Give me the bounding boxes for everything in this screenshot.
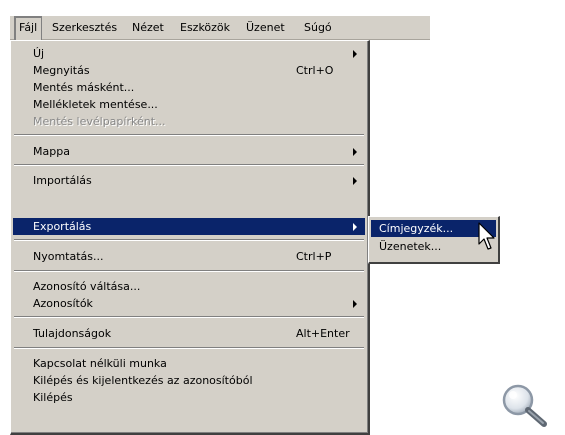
menu-item-exit[interactable]: Kilépés: [13, 389, 365, 406]
menu-item-new[interactable]: Új: [13, 45, 365, 62]
menu-item-save-attachments[interactable]: Mellékletek mentése...: [13, 96, 365, 113]
menu-item-switch-identity[interactable]: Azonosító váltása...: [13, 278, 365, 295]
menu-item-label: Azonosítók: [33, 297, 93, 310]
menu-item-label: Nyomtatás...: [33, 250, 104, 263]
menu-separator: [14, 164, 364, 166]
menu-item-shortcut: Ctrl+P: [296, 250, 332, 263]
arrow-cursor-icon: [478, 222, 495, 250]
menu-bar: Fájl Szerkesztés Nézet Eszközök Üzenet S…: [10, 16, 430, 40]
submenu-arrow-icon: [353, 300, 357, 308]
submenu-arrow-icon: [353, 50, 357, 58]
menu-separator: [14, 347, 364, 349]
menu-item-label: Megnyitás: [33, 64, 90, 77]
submenu-arrow-icon: [353, 177, 357, 185]
menu-item-label: Importálás: [33, 174, 92, 187]
menu-item-label: Azonosító váltása...: [33, 280, 141, 293]
menu-item-label: Üzenetek...: [379, 240, 442, 253]
menu-separator: [14, 239, 364, 241]
menu-item-label: Mentés másként...: [33, 81, 135, 94]
menu-item-open[interactable]: Megnyitás Ctrl+O: [13, 62, 365, 79]
menubar-message[interactable]: Üzenet: [242, 16, 289, 39]
menu-item-shortcut: Ctrl+O: [296, 64, 334, 77]
menu-item-identities[interactable]: Azonosítók: [13, 295, 365, 312]
menu-item-label: Kilépés: [33, 391, 73, 404]
menu-item-shortcut: Alt+Enter: [296, 327, 350, 340]
menu-item-label: Kapcsolat nélküli munka: [33, 357, 167, 370]
menu-separator: [14, 134, 364, 136]
menu-item-work-offline[interactable]: Kapcsolat nélküli munka: [13, 355, 365, 372]
menu-item-import[interactable]: Importálás: [13, 172, 365, 189]
menu-separator: [14, 270, 364, 272]
menu-item-label: Tulajdonságok: [33, 327, 112, 340]
menu-item-properties[interactable]: Tulajdonságok Alt+Enter: [13, 325, 365, 342]
menu-separator: [14, 316, 364, 318]
menu-item-label: Mappa: [33, 145, 70, 158]
menu-item-label: Mellékletek mentése...: [33, 98, 158, 111]
menubar-tools[interactable]: Eszközök: [176, 16, 234, 39]
menu-item-label: Új: [33, 47, 45, 60]
submenu-arrow-icon: [353, 148, 357, 156]
menu-item-save-as-stationery: Mentés levélpapírként...: [13, 113, 365, 130]
menu-item-save-as[interactable]: Mentés másként...: [13, 79, 365, 96]
menu-item-folder[interactable]: Mappa: [13, 143, 365, 160]
menu-item-export[interactable]: Exportálás: [13, 218, 365, 235]
menu-item-label: Kilépés és kijelentkezés az azonosítóból: [33, 374, 253, 387]
menu-item-label: Exportálás: [33, 220, 92, 233]
menu-item-print[interactable]: Nyomtatás... Ctrl+P: [13, 248, 365, 265]
submenu-arrow-icon: [353, 223, 357, 231]
menubar-view[interactable]: Nézet: [128, 16, 168, 39]
menu-item-label: Címjegyzék...: [379, 222, 454, 235]
menubar-file[interactable]: Fájl: [14, 16, 43, 40]
menubar-edit[interactable]: Szerkesztés: [48, 16, 121, 39]
menu-item-label: Mentés levélpapírként...: [33, 115, 166, 128]
menu-item-exit-and-logoff[interactable]: Kilépés és kijelentkezés az azonosítóból: [13, 372, 365, 389]
file-menu: Új Megnyitás Ctrl+O Mentés másként... Me…: [10, 40, 370, 435]
magnifier-icon: [502, 384, 547, 427]
menubar-help[interactable]: Súgó: [300, 16, 336, 39]
